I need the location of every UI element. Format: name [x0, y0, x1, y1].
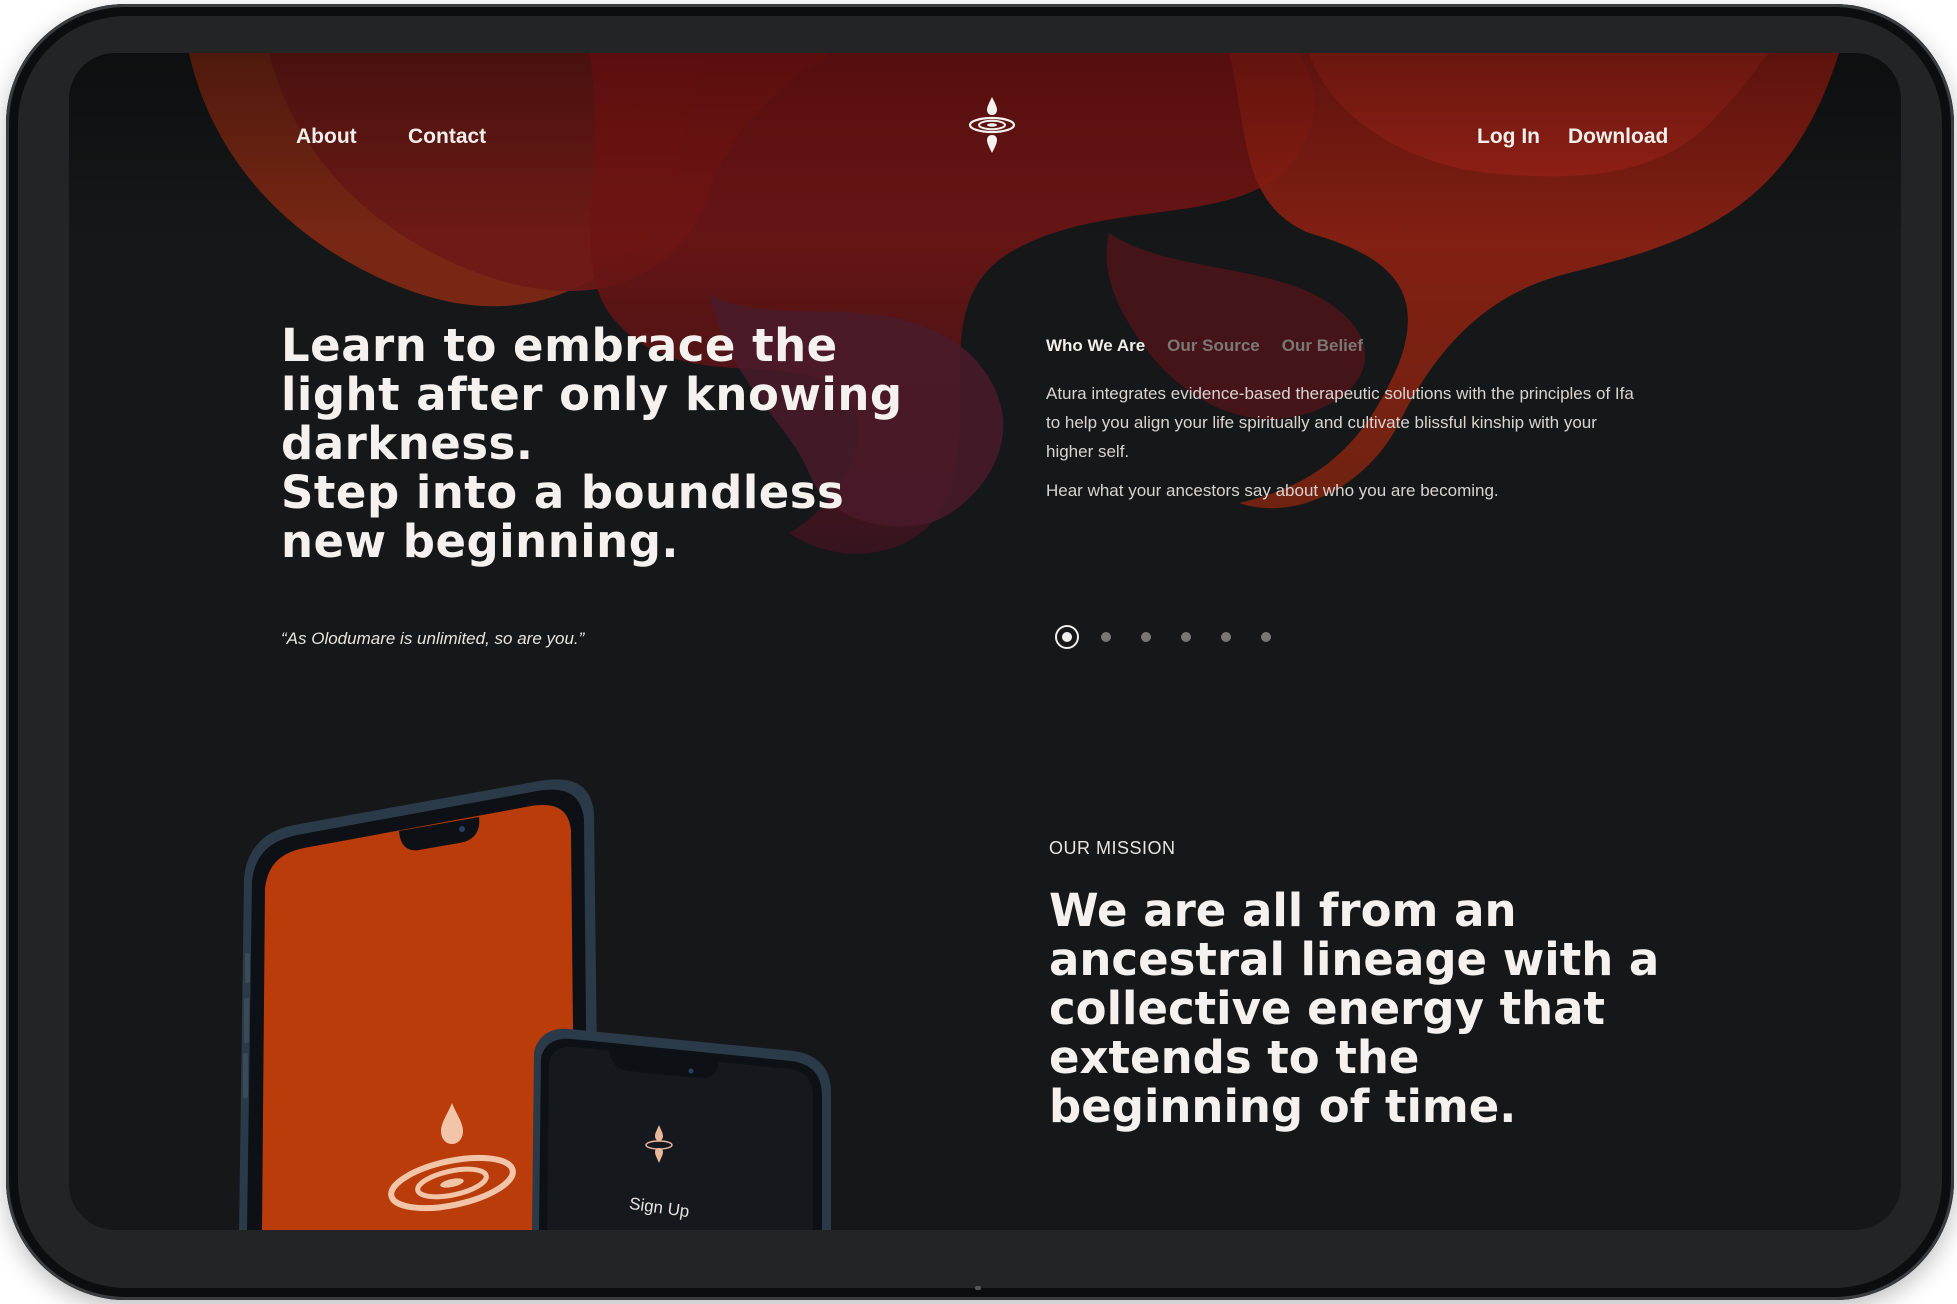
- hero-title-line: Learn to embrace the: [281, 319, 838, 372]
- carousel-dot[interactable]: [1261, 632, 1271, 642]
- hero-title-line: darkness.: [281, 417, 534, 470]
- mission-title-line: collective energy that: [1049, 982, 1605, 1035]
- small-phone: Sign Up: [532, 1028, 831, 1230]
- hero-title: Learn to embrace the light after only kn…: [281, 321, 921, 566]
- info-tabs: Who We Are Our Source Our Belief: [1046, 336, 1363, 356]
- mission-title-line: extends to the: [1049, 1031, 1420, 1084]
- tab-who-we-are[interactable]: Who We Are: [1046, 336, 1145, 356]
- mission-label: OUR MISSION: [1049, 838, 1176, 858]
- screen: About Contact Log In Download Learn to e…: [69, 53, 1901, 1230]
- carousel-dot[interactable]: [1221, 632, 1231, 642]
- carousel-dot[interactable]: [1141, 632, 1151, 642]
- about-paragraph: Atura integrates evidence-based therapeu…: [1046, 384, 1634, 461]
- carousel-pagination: [1055, 625, 1301, 649]
- hero-title-line: Step into a boundless: [281, 466, 845, 519]
- about-paragraph: Hear what your ancestors say about who y…: [1046, 481, 1499, 500]
- hero-title-line: new beginning.: [281, 515, 680, 568]
- nav-login-link[interactable]: Log In: [1477, 125, 1540, 149]
- atura-logo-icon[interactable]: [965, 95, 1019, 155]
- mission-title-line: beginning of time.: [1049, 1080, 1517, 1133]
- tablet-frame: About Contact Log In Download Learn to e…: [6, 4, 1954, 1300]
- nav-download-link[interactable]: Download: [1568, 125, 1668, 149]
- about-text: Atura integrates evidence-based therapeu…: [1046, 379, 1646, 515]
- carousel-dot-active[interactable]: [1055, 625, 1079, 649]
- tab-our-belief[interactable]: Our Belief: [1282, 336, 1363, 356]
- mission-title: We are all from an ancestral lineage wit…: [1049, 886, 1769, 1131]
- nav-contact-link[interactable]: Contact: [408, 125, 486, 149]
- hero-title-line: light after only knowing: [281, 368, 903, 421]
- carousel-dot[interactable]: [1181, 632, 1191, 642]
- mission-title-line: ancestral lineage with a: [1049, 933, 1660, 986]
- device-port: [975, 1286, 981, 1290]
- tab-our-source[interactable]: Our Source: [1167, 336, 1260, 356]
- nav-about-link[interactable]: About: [296, 125, 357, 149]
- phone-mockups: Sign Up: [239, 779, 831, 1230]
- carousel-dot[interactable]: [1101, 632, 1111, 642]
- hero-quote: “As Olodumare is unlimited, so are you.”: [281, 629, 585, 648]
- mission-title-line: We are all from an: [1049, 884, 1517, 937]
